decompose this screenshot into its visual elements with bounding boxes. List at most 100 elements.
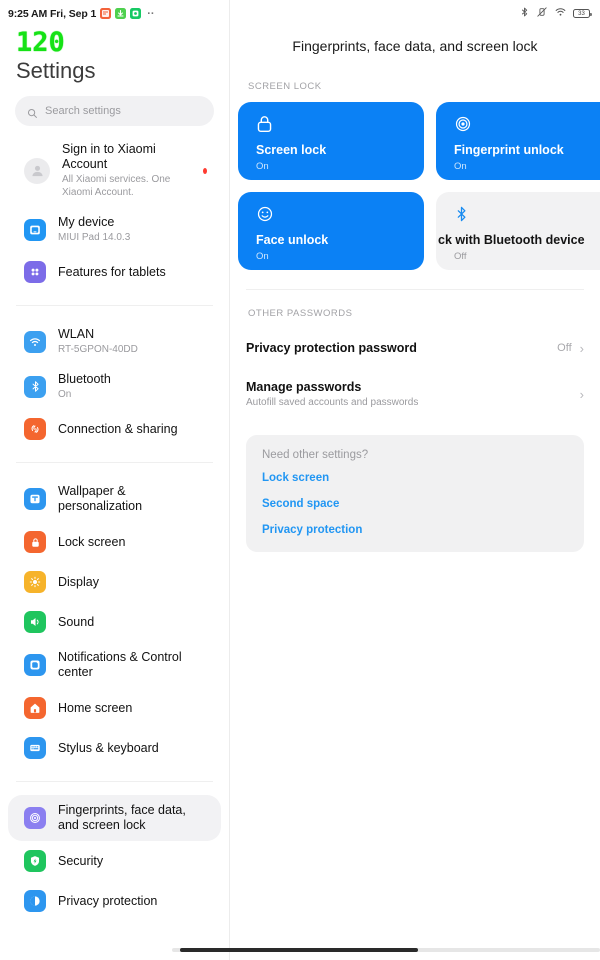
sidebar-item-sound[interactable]: Sound — [8, 602, 221, 642]
sound-icon — [24, 611, 46, 633]
status-time-date: 9:25 AM Fri, Sep 1 — [8, 7, 97, 20]
help-link-lock-screen[interactable]: Lock screen — [262, 472, 584, 484]
my-device-icon — [24, 218, 46, 241]
sidebar-item-label: Wallpaper & personalization — [58, 484, 143, 513]
sidebar-item-label: Home screen — [58, 700, 133, 715]
screen-lock-card-grid: Screen lock On Fingerprint unlock On Fac… — [238, 102, 600, 270]
privacy-protection-icon — [24, 890, 46, 912]
sidebar-item-label: Display — [58, 574, 99, 589]
card-title: Fingerprint unlock — [454, 143, 564, 157]
tablet-settings-screen: 9:25 AM Fri, Sep 1 ·· 120 Settings Searc… — [0, 0, 600, 960]
sidebar-item-label: My device — [58, 215, 115, 229]
sidebar-item-security[interactable]: Security — [8, 841, 221, 881]
wifi-icon — [554, 5, 567, 23]
detail-page-title: Fingerprints, face data, and screen lock — [292, 38, 538, 54]
display-icon — [24, 571, 46, 593]
sidebar-item-notifications-control-center[interactable]: Notifications & Control center — [8, 642, 221, 688]
section-label-other-passwords: OTHER PASSWORDS — [248, 308, 353, 319]
card-title: Screen lock — [256, 143, 327, 157]
search-placeholder: Search settings — [45, 105, 121, 117]
help-question: Need other settings? — [262, 449, 369, 461]
sidebar-item-lock-screen[interactable]: Lock screen — [8, 522, 221, 562]
bluetooth-icon — [24, 375, 46, 398]
sidebar-item-label: WLAN — [58, 327, 95, 341]
features-tablets-icon — [24, 261, 46, 283]
main-detail-panel: 33 Fingerprints, face data, and screen l… — [230, 0, 600, 960]
card-screen-lock[interactable]: Screen lock On — [238, 102, 424, 180]
sidebar-item-sub: All Xiaomi services. One Xiaomi Account. — [62, 174, 171, 198]
sidebar-divider — [16, 305, 213, 306]
card-face-unlock[interactable]: Face unlock On — [238, 192, 424, 270]
sidebar-item-privacy-protection[interactable]: Privacy protection — [8, 881, 221, 921]
chevron-right-icon: › — [579, 340, 584, 356]
vibrate-mute-icon — [536, 5, 548, 23]
sidebar-item-wallpaper-personalization[interactable]: Wallpaper & personalization — [8, 476, 221, 522]
sidebar-item-label: Sound — [58, 614, 95, 629]
bluetooth-icon — [519, 5, 530, 23]
row-manage-passwords[interactable]: Manage passwords Autofill saved accounts… — [230, 371, 600, 417]
status-bar-right: 33 — [230, 0, 600, 22]
sidebar-item-sub: RT-5GPON-40DD — [58, 344, 138, 355]
battery-level-text: 33 — [578, 10, 585, 17]
sidebar-item-display[interactable]: Display — [8, 562, 221, 602]
notification-dot-badge — [202, 167, 207, 174]
battery-icon: 33 — [573, 9, 592, 18]
settings-brand-block: 120 Settings — [0, 22, 229, 85]
help-link-privacy-protection[interactable]: Privacy protection — [262, 524, 584, 536]
row-title: Manage passwords — [246, 380, 362, 394]
sidebar-divider — [16, 462, 213, 463]
gesture-bar-handle[interactable] — [180, 948, 418, 952]
lock-screen-icon — [24, 531, 46, 553]
sidebar-item-bluetooth[interactable]: Bluetooth On — [8, 364, 221, 409]
sidebar-item-label: Lock screen — [58, 534, 126, 549]
sidebar-item-home-screen[interactable]: Home screen — [8, 688, 221, 728]
wallpaper-icon — [24, 488, 46, 510]
security-app-icon — [130, 8, 142, 19]
sidebar-item-sub: MIUI Pad 14.0.3 — [58, 232, 131, 243]
sidebar-item-label: Stylus & keyboard — [58, 740, 159, 755]
row-subtitle: Autofill saved accounts and passwords — [246, 397, 419, 408]
sidebar-item-wlan[interactable]: WLAN RT-5GPON-40DD — [8, 319, 221, 364]
status-bar-left: 9:25 AM Fri, Sep 1 ·· — [0, 0, 229, 22]
sidebar-item-label: Fingerprints, face data, and screen lock — [58, 803, 186, 832]
sidebar-item-fingerprints-face-screen-lock[interactable]: Fingerprints, face data, and screen lock — [8, 795, 221, 841]
calendar-app-icon — [100, 8, 112, 19]
notifications-icon — [24, 654, 46, 676]
card-status: Off — [454, 251, 467, 262]
card-status: On — [256, 161, 269, 172]
row-title: Privacy protection password — [246, 341, 417, 355]
sidebar-item-label: Connection & sharing — [58, 421, 178, 436]
stylus-keyboard-icon — [24, 737, 46, 759]
sidebar-item-label: Features for tablets — [58, 264, 166, 279]
bluetooth-icon — [454, 204, 600, 226]
padlock-icon — [256, 114, 424, 136]
account-avatar-icon — [24, 157, 50, 184]
sidebar-item-stylus-keyboard[interactable]: Stylus & keyboard — [8, 728, 221, 768]
settings-sidebar: 9:25 AM Fri, Sep 1 ·· 120 Settings Searc… — [0, 0, 230, 960]
search-icon — [27, 106, 38, 118]
sidebar-item-xiaomi-account[interactable]: Sign in to Xiaomi Account All Xiaomi ser… — [8, 134, 221, 207]
section-label-screen-lock: SCREEN LOCK — [248, 81, 322, 92]
sidebar-item-label: Notifications & Control center — [58, 650, 182, 679]
sidebar-item-label: Security — [58, 853, 104, 868]
card-unlock-with-bluetooth-device[interactable]: ck with Bluetooth device Off — [436, 192, 600, 270]
card-status: On — [454, 161, 467, 172]
sidebar-divider — [16, 781, 213, 782]
help-link-second-space[interactable]: Second space — [262, 498, 584, 510]
sidebar-item-features-for-tablets[interactable]: Features for tablets — [8, 252, 221, 292]
fps-overlay: 120 — [16, 27, 65, 58]
gesture-navigation-bar[interactable] — [0, 946, 600, 954]
sidebar-item-sub: On — [58, 389, 72, 400]
row-privacy-protection-password[interactable]: Privacy protection password Off › — [230, 325, 600, 371]
card-fingerprint-unlock[interactable]: Fingerprint unlock On — [436, 102, 600, 180]
page-title: Settings — [16, 58, 96, 83]
card-status: On — [256, 251, 269, 262]
card-title: Face unlock — [256, 233, 329, 247]
fingerprint-icon — [24, 807, 46, 829]
status-overflow-dots: ·· — [147, 7, 155, 20]
sidebar-item-my-device[interactable]: My device MIUI Pad 14.0.3 — [8, 207, 221, 252]
sidebar-item-connection-sharing[interactable]: Connection & sharing — [8, 409, 221, 449]
sidebar-item-label: Bluetooth — [58, 372, 111, 386]
search-input[interactable]: Search settings — [15, 96, 214, 126]
connection-sharing-icon — [24, 418, 46, 440]
